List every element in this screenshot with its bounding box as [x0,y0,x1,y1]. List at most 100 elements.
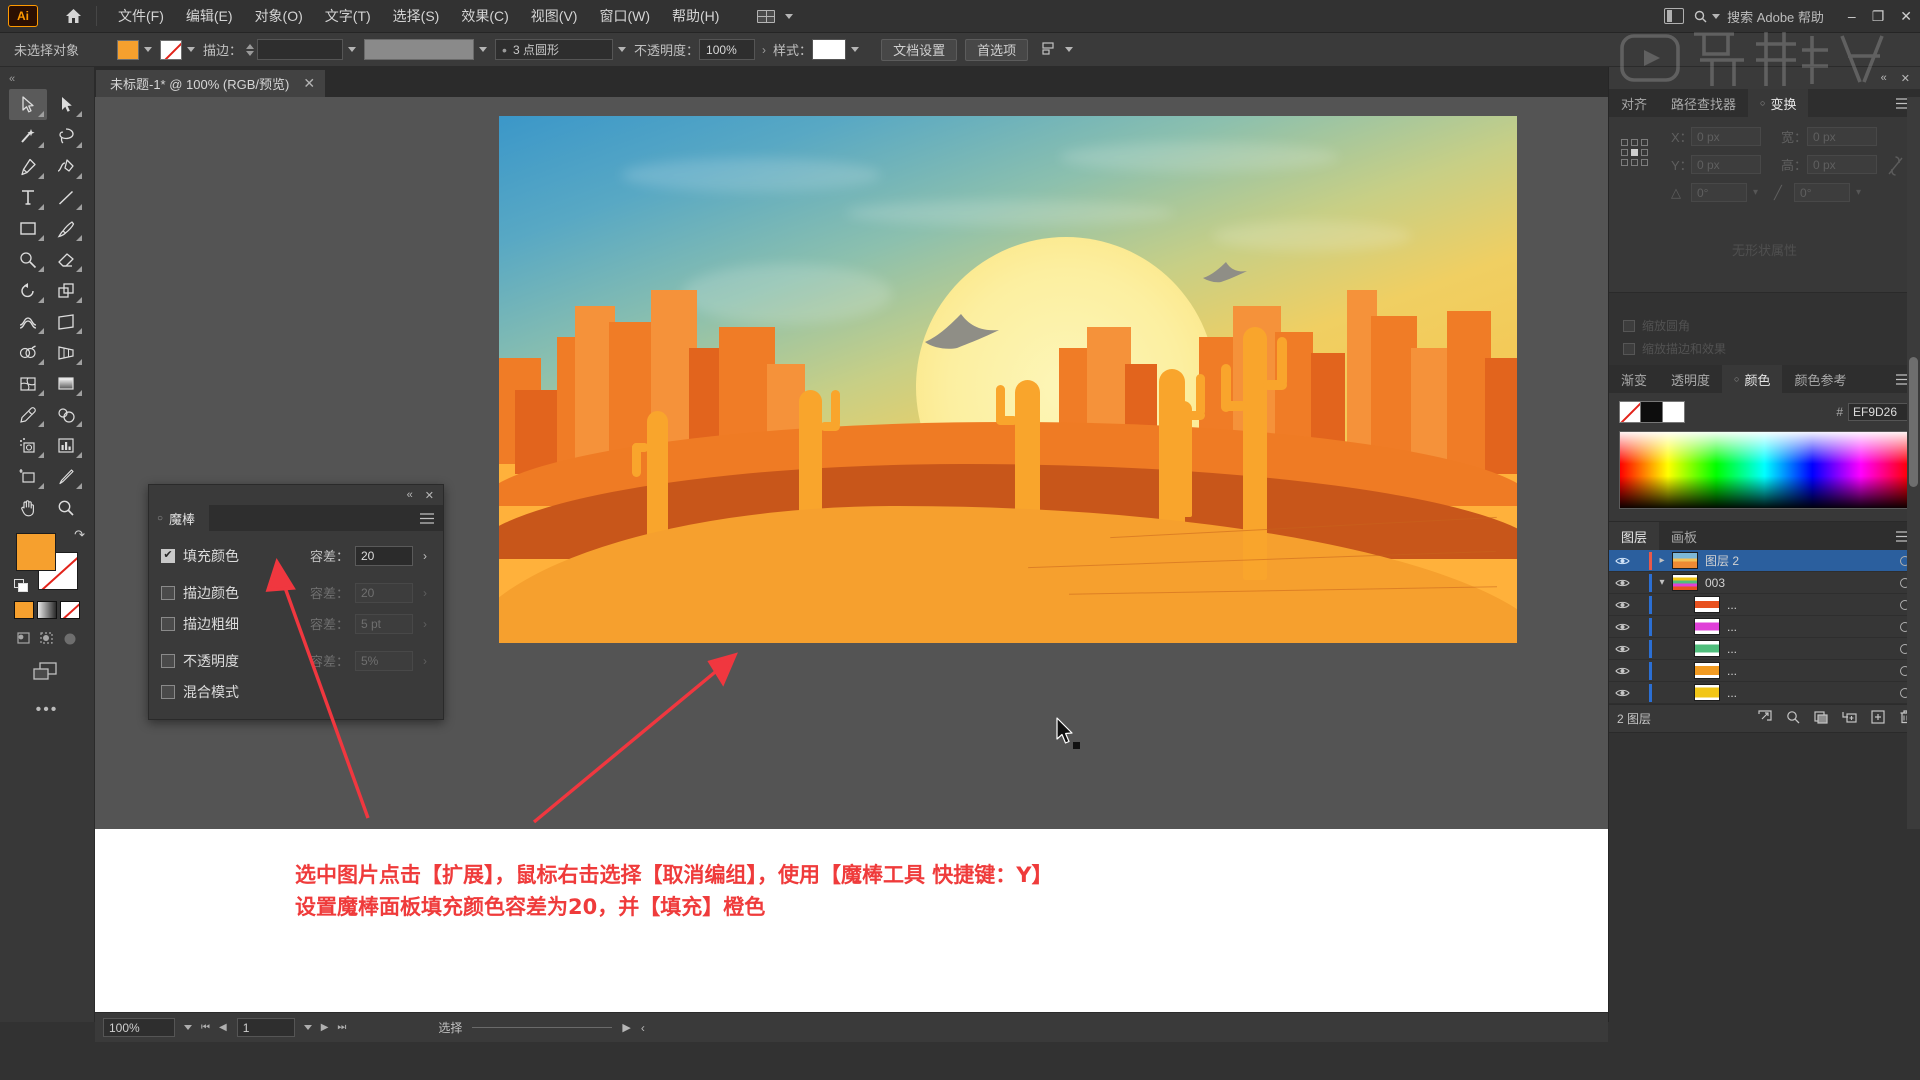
layer-row-layer2[interactable]: ▸ 图层 2 [1609,550,1920,572]
search-help-box[interactable]: 搜索 Adobe 帮助 [1694,7,1824,26]
eraser-tool[interactable] [47,244,85,275]
tab-transparency[interactable]: 透明度 [1659,365,1723,393]
chevron-down-icon[interactable]: ▾ [1652,577,1672,588]
layer-row-003[interactable]: ▾ 003 [1609,572,1920,594]
magic-wand-row-blending-mode[interactable]: 混合模式 [161,676,431,707]
shaper-tool[interactable] [9,244,47,275]
stroke-chevron-down-icon[interactable] [187,47,196,52]
eye-icon[interactable] [1609,666,1635,676]
create-sublayer-icon[interactable] [1842,710,1857,727]
stroke-weight-chevron-down-icon[interactable] [348,47,357,52]
variable-width-chevron-down-icon[interactable] [618,47,627,52]
free-transform-tool[interactable] [47,306,85,337]
reference-point-selector[interactable] [1621,139,1648,166]
screen-mode-button[interactable] [31,660,63,687]
menu-view[interactable]: 视图(V) [520,2,589,30]
style-chevron-down-icon[interactable] [851,47,860,52]
eye-icon[interactable] [1609,622,1635,632]
curvature-tool[interactable] [47,151,85,182]
document-setup-button[interactable]: 文档设置 [881,38,958,61]
locate-object-icon[interactable] [1758,710,1772,727]
opacity-field[interactable]: 100% [699,39,756,60]
magic-wand-row-opacity[interactable]: 不透明度 容差： 5% › [161,645,431,676]
magic-wand-row-fill-color[interactable]: 填充颜色 容差： 20 › [161,540,431,571]
next-page-icon[interactable]: ▶ [321,1022,329,1033]
tab-transform[interactable]: ○ 变换 [1748,89,1809,117]
mesh-tool[interactable] [9,368,47,399]
menu-object[interactable]: 对象(O) [244,2,314,30]
preferences-button[interactable]: 首选项 [965,38,1029,61]
layer-row-sublayer[interactable]: ... [1609,660,1920,682]
graphic-style-swatch[interactable] [812,39,847,60]
variable-width-profile-field[interactable]: • 3 点圆形 [495,39,614,60]
artboard-tool[interactable] [9,461,47,492]
fill-chevron-down-icon[interactable] [144,47,153,52]
type-tool[interactable] [9,182,47,213]
stroke-profile-chevron-down-icon[interactable] [479,47,488,52]
direct-selection-tool[interactable] [47,89,85,120]
pen-tool[interactable] [9,151,47,182]
rotate-tool[interactable] [9,275,47,306]
menu-select[interactable]: 选择(S) [382,2,451,30]
layer-name[interactable]: 图层 2 [1705,552,1890,569]
color-mode-gradient-button[interactable] [37,601,57,619]
tab-color-guide[interactable]: 颜色参考 [1782,365,1859,393]
edit-toolbar-icon[interactable]: ••• [36,701,59,719]
eye-icon[interactable] [1609,688,1635,698]
layer-name[interactable]: ... [1727,686,1890,700]
tab-align[interactable]: 对齐 [1609,89,1660,117]
blend-tool[interactable] [47,399,85,430]
stroke-color-checkbox[interactable] [161,585,175,600]
fill-color-checkbox[interactable] [161,548,175,563]
home-icon[interactable] [60,5,86,27]
color-mode-solid-button[interactable] [14,601,34,619]
rectangle-tool[interactable] [9,213,47,244]
magic-wand-row-stroke-color[interactable]: 描边颜色 容差： 20 › [161,577,431,608]
workspace-switcher-icon[interactable] [1664,8,1685,24]
hex-input[interactable]: EF9D26 [1848,403,1910,421]
layer-name[interactable]: ... [1727,664,1890,678]
tab-gradient[interactable]: 渐变 [1609,365,1660,393]
blending-mode-checkbox[interactable] [161,684,175,699]
slice-tool[interactable] [47,461,85,492]
menu-effect[interactable]: 效果(C) [450,2,519,30]
stroke-profile-field[interactable] [364,39,475,60]
make-clipping-mask-icon[interactable] [1814,710,1828,727]
search-layer-icon[interactable] [1786,710,1800,727]
zoom-tool[interactable] [47,492,85,523]
color-mode-none-button[interactable] [60,601,80,619]
align-chevron-down-icon[interactable] [1065,47,1074,52]
collapse-icon[interactable]: « [407,489,413,501]
layer-name[interactable]: ... [1727,620,1890,634]
toolbar-collapse-icon[interactable]: « [9,73,15,85]
fill-color-swatch[interactable] [117,39,140,60]
tab-layers[interactable]: 图层 [1609,522,1660,550]
scrollbar-thumb[interactable] [1909,357,1918,487]
canvas-vertical-scrollbar[interactable] [1907,97,1920,829]
selection-tool[interactable] [9,89,47,120]
artboard[interactable] [499,116,1517,643]
line-segment-tool[interactable] [47,182,85,213]
symbol-sprayer-tool[interactable] [9,430,47,461]
tab-magic-wand[interactable]: ○ 魔棒 [149,505,210,531]
gradient-tool[interactable] [47,368,85,399]
default-fill-stroke-icon[interactable] [14,579,29,593]
fill-swatch-large[interactable] [16,533,56,571]
column-graph-tool[interactable] [47,430,85,461]
arrange-documents-button[interactable] [750,7,808,26]
panel-menu-icon[interactable] [420,505,443,531]
shape-builder-tool[interactable] [9,337,47,368]
collapse-icon[interactable]: « [1881,72,1887,84]
stroke-color-swatch[interactable] [160,39,183,60]
opacity-checkbox[interactable] [161,653,175,668]
layer-row-sublayer[interactable]: ... [1609,638,1920,660]
tab-pathfinder[interactable]: 路径查找器 [1659,89,1749,117]
none-swatch[interactable] [1619,401,1641,423]
lasso-tool[interactable] [47,120,85,151]
create-layer-icon[interactable] [1871,710,1885,727]
eye-icon[interactable] [1609,644,1635,654]
swap-fill-stroke-icon[interactable]: ↷ [74,527,85,543]
page-number-input[interactable]: 1 [236,1018,295,1037]
eye-icon[interactable] [1609,578,1635,588]
chevron-right-icon[interactable]: ▸ [1652,555,1672,566]
